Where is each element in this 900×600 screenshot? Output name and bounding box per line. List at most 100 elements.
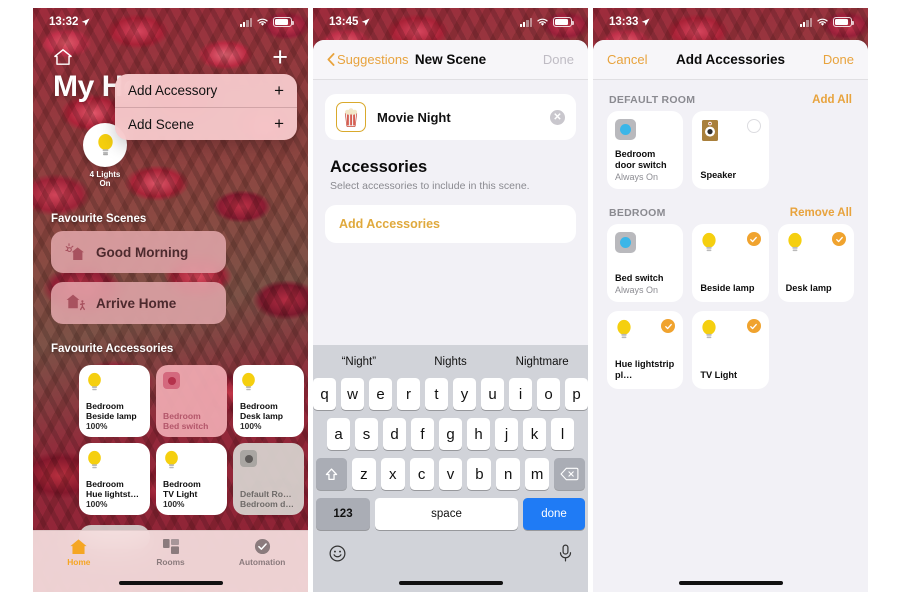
key-b[interactable]: b [467, 458, 492, 490]
key-v[interactable]: v [438, 458, 463, 490]
accessory-tile[interactable]: Bedroom TV Light 100% [156, 443, 227, 515]
home-indicator [398, 581, 503, 585]
key-p[interactable]: p [565, 378, 588, 410]
scene-label: Good Morning [96, 244, 189, 260]
keyboard-rows: q w e r t y u i o p a s d f g h j k l z … [313, 378, 588, 530]
accessory-name: Bed switch [615, 272, 664, 283]
home-icon [70, 539, 87, 555]
phone-home-screen: 13:32 + My Ho Add Accessory + Add Scene … [33, 8, 308, 592]
navigation-bar: Cancel Add Accessories Done [593, 40, 868, 80]
accessory-tile[interactable]: Default Ro… Bedroom d… [233, 443, 304, 515]
backspace-icon[interactable] [554, 458, 586, 490]
done-button[interactable]: Done [543, 52, 574, 67]
location-arrow-icon [82, 17, 90, 26]
rooms-icon [162, 539, 179, 554]
scene-name-row[interactable]: Movie Night ✕ [325, 94, 576, 140]
key-k[interactable]: k [523, 418, 546, 450]
accessory-state: Always On [615, 172, 659, 182]
clear-circle-icon[interactable]: ✕ [550, 109, 565, 125]
key-y[interactable]: y [453, 378, 476, 410]
accessory-tile[interactable]: Speaker [692, 111, 769, 189]
accessory-name: Speaker [700, 169, 737, 180]
accessory-tile[interactable]: Bedroom Bed switch [156, 365, 227, 437]
accessory-tile[interactable]: Beside lamp [692, 224, 769, 302]
tab-automation[interactable]: Automation [216, 538, 308, 567]
accessory-tile[interactable]: Bedroom Desk lamp 100% [233, 365, 304, 437]
tab-home[interactable]: Home [33, 538, 125, 567]
key-n[interactable]: n [496, 458, 521, 490]
default-room-tiles: Bedroom door switch Always On Speaker [593, 111, 868, 189]
status-time: 13:45 [329, 16, 359, 28]
key-o[interactable]: o [537, 378, 560, 410]
accessory-tile[interactable]: Bedroom Beside lamp 100% [79, 365, 150, 437]
add-button[interactable]: + [272, 44, 288, 71]
key-a[interactable]: a [327, 418, 350, 450]
accessory-tile[interactable]: Desk lamp [777, 224, 854, 302]
suggestion-item[interactable]: Nightmare [496, 356, 588, 368]
key-g[interactable]: g [439, 418, 462, 450]
suggestion-item[interactable]: Nights [405, 356, 497, 368]
selection-ring-icon[interactable] [746, 119, 761, 133]
add-all-button[interactable]: Add All [812, 94, 852, 106]
tab-rooms[interactable]: Rooms [125, 538, 217, 567]
accessory-tile[interactable]: Bedroom Hue lightst… 100% [79, 443, 150, 515]
remove-all-button[interactable]: Remove All [790, 207, 852, 219]
checkmark-icon[interactable] [746, 319, 761, 333]
key-h[interactable]: h [467, 418, 490, 450]
accessories-section-header: Favourite Accessories [51, 343, 174, 355]
key-x[interactable]: x [380, 458, 405, 490]
menu-item-label: Add Accessory [128, 83, 218, 98]
key-s[interactable]: s [355, 418, 378, 450]
key-j[interactable]: j [495, 418, 518, 450]
add-accessories-button[interactable]: Add Accessories [325, 205, 576, 243]
keyboard-suggestion-bar: “Night” Nights Nightmare [313, 345, 588, 378]
key-u[interactable]: u [481, 378, 504, 410]
menu-item-add-accessory[interactable]: Add Accessory + [115, 74, 297, 107]
key-d[interactable]: d [383, 418, 406, 450]
microphone-icon[interactable] [559, 544, 572, 562]
key-e[interactable]: e [369, 378, 392, 410]
checkmark-icon[interactable] [661, 319, 676, 333]
suggestion-item[interactable]: “Night” [313, 356, 405, 368]
scene-name: Movie Night [377, 109, 451, 125]
space-key[interactable]: space [375, 498, 518, 530]
key-i[interactable]: i [509, 378, 532, 410]
key-t[interactable]: t [425, 378, 448, 410]
emoji-icon[interactable] [329, 545, 346, 562]
keyboard-row-2: a s d f g h j k l [316, 418, 585, 450]
back-button[interactable]: Suggestions [327, 52, 409, 67]
lightbulb-icon [702, 232, 716, 252]
key-m[interactable]: m [525, 458, 550, 490]
key-c[interactable]: c [409, 458, 434, 490]
done-button[interactable]: Done [823, 52, 854, 67]
cancel-button[interactable]: Cancel [607, 52, 647, 67]
key-r[interactable]: r [397, 378, 420, 410]
key-z[interactable]: z [352, 458, 376, 490]
keyboard-row-3: z x c v b n m [316, 458, 586, 490]
checkmark-icon[interactable] [746, 232, 761, 246]
done-key[interactable]: done [523, 498, 585, 530]
key-f[interactable]: f [411, 418, 434, 450]
scene-good-morning[interactable]: Good Morning [51, 231, 226, 273]
tab-label: Automation [238, 557, 286, 567]
scene-arrive-home[interactable]: Arrive Home [51, 282, 226, 324]
key-w[interactable]: w [341, 378, 364, 410]
accessory-tile[interactable]: Bedroom door switch Always On [607, 111, 684, 189]
accessory-room: Default Ro… [240, 488, 292, 499]
key-l[interactable]: l [551, 418, 574, 450]
menu-item-add-scene[interactable]: Add Scene + [115, 107, 297, 140]
lightbulb-icon [702, 319, 716, 339]
keyboard: “Night” Nights Nightmare q w e r t y u i… [313, 345, 588, 592]
accessory-tile[interactable]: Hue lightstrip pl… [607, 311, 684, 389]
accessory-tile[interactable]: TV Light [692, 311, 769, 389]
screenshot-stage: 13:32 + My Ho Add Accessory + Add Scene … [0, 0, 900, 600]
accessory-tile[interactable]: Bed switch Always On [607, 224, 684, 302]
home-icon[interactable] [53, 48, 73, 66]
key-q[interactable]: q [313, 378, 336, 410]
accessory-name: Beside lamp [700, 282, 755, 293]
checkmark-icon[interactable] [832, 232, 846, 246]
shift-icon[interactable] [316, 458, 347, 490]
accessory-room: Bedroom [240, 400, 278, 411]
accessory-name: Bedroom door switch [615, 148, 667, 170]
numbers-key[interactable]: 123 [316, 498, 370, 530]
